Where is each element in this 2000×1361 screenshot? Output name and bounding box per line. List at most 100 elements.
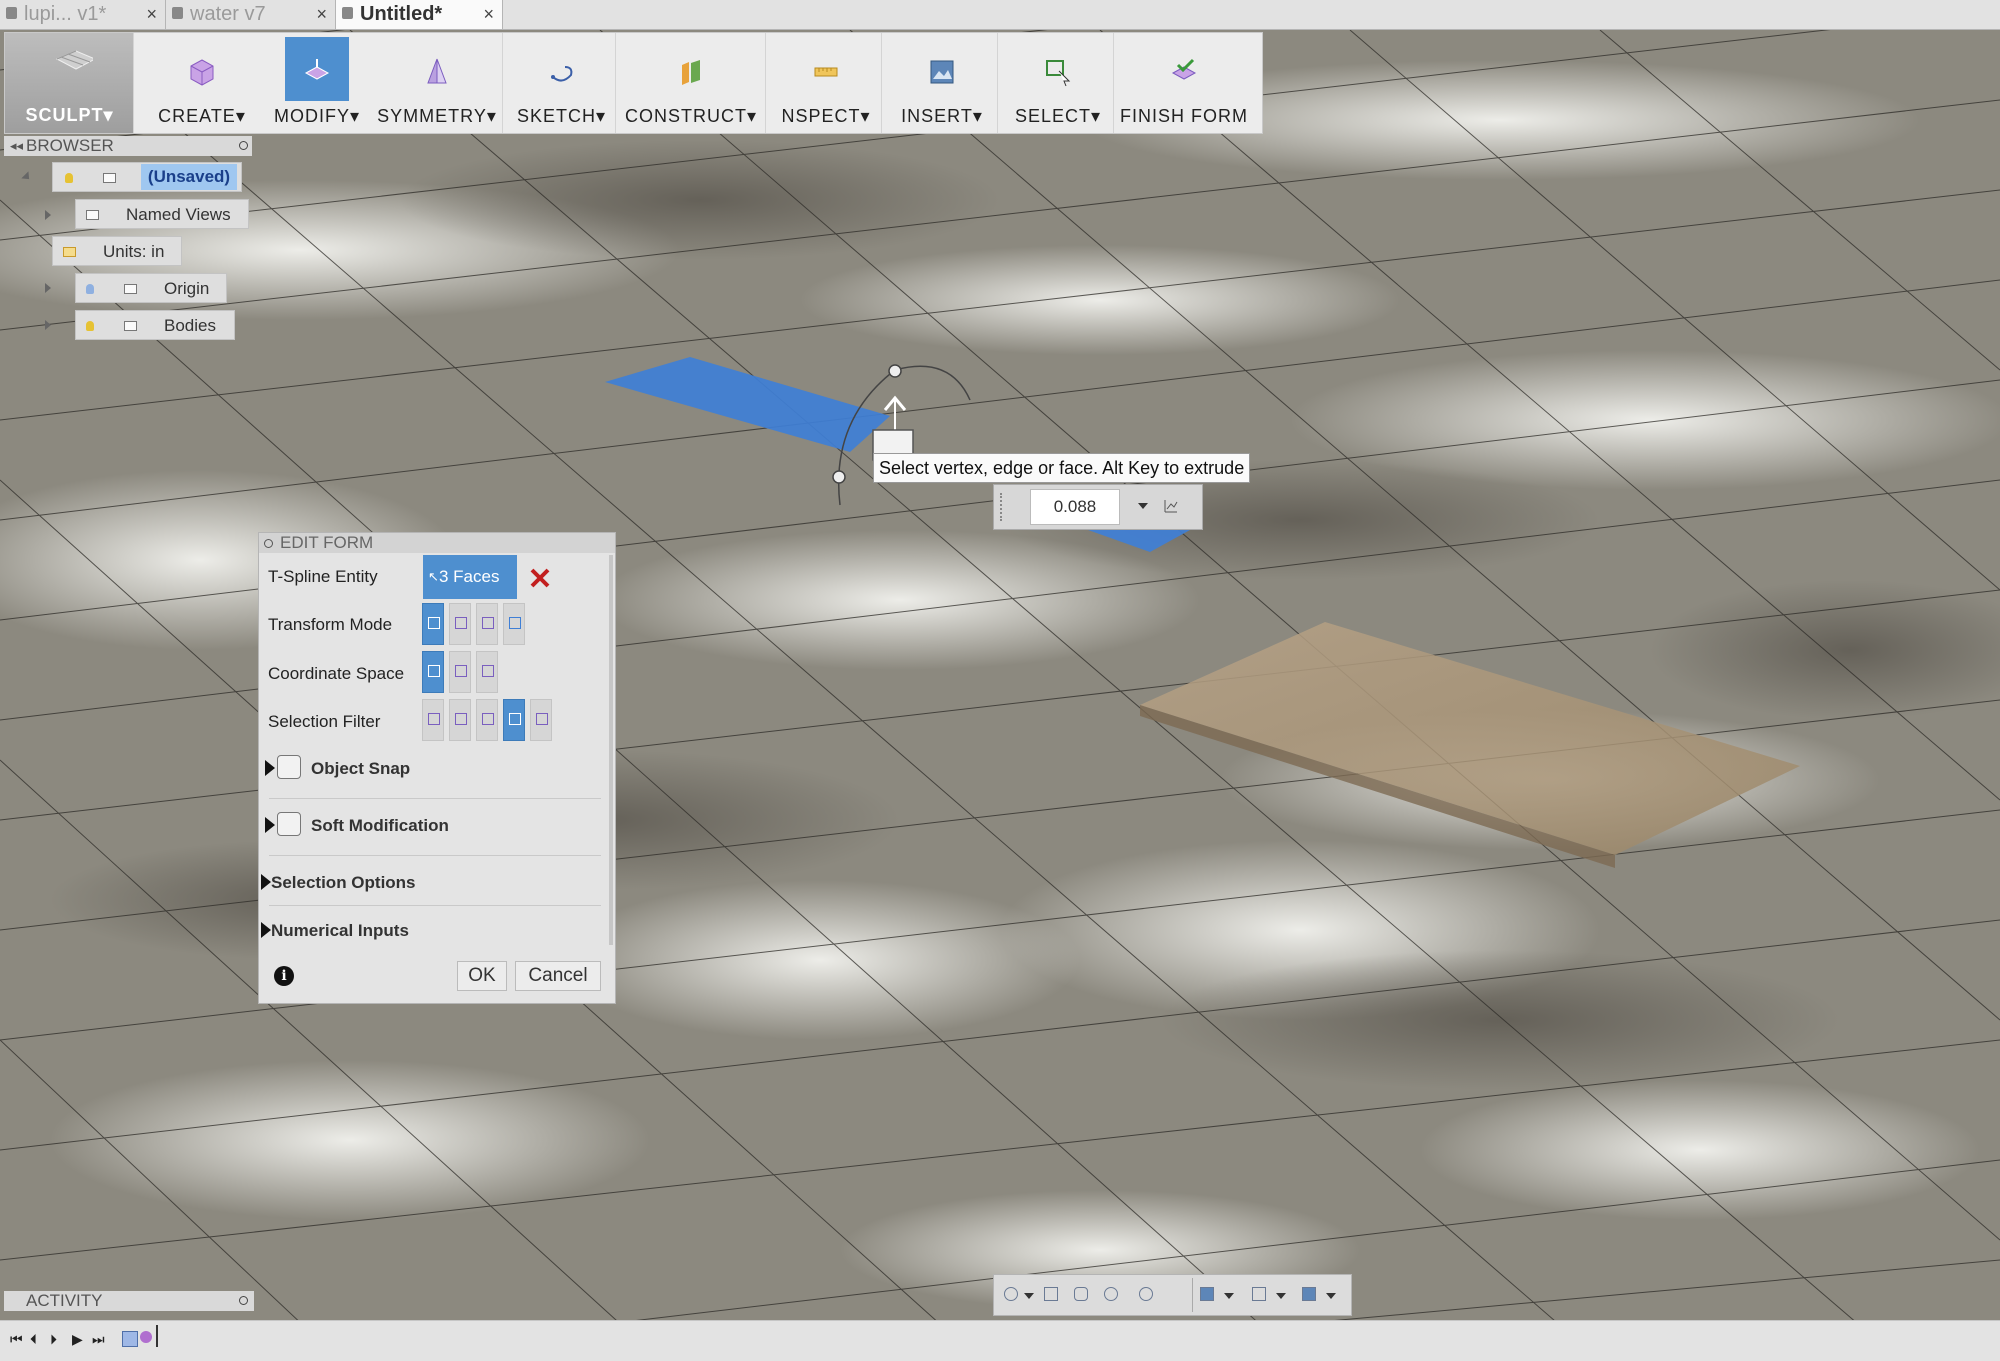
expand-icon[interactable] xyxy=(45,210,51,220)
symmetry-menu[interactable]: SYMMETRY▾ xyxy=(372,33,502,133)
units-label: Units: in xyxy=(103,242,165,261)
timeline-feature-icon[interactable] xyxy=(122,1331,138,1347)
soft-modification-checkbox[interactable] xyxy=(277,812,301,836)
clear-selection-icon[interactable] xyxy=(529,567,551,589)
browser-item-named-views[interactable]: Named Views xyxy=(75,199,249,229)
activity-panel-header[interactable]: ACTIVITY xyxy=(4,1291,254,1311)
dialog-header[interactable]: EDIT FORM xyxy=(259,533,615,553)
collapse-dot-icon[interactable] xyxy=(264,539,273,548)
ok-button[interactable]: OK xyxy=(457,961,507,991)
inspect-menu[interactable]: NSPECT▾ xyxy=(771,33,881,133)
select-label: SELECT▾ xyxy=(1014,106,1102,126)
chevron-down-icon[interactable] xyxy=(1326,1293,1336,1299)
edge-filter-button[interactable] xyxy=(449,699,471,741)
pin-icon[interactable] xyxy=(239,1296,248,1305)
tab-lupi[interactable]: lupi... v1* × xyxy=(0,0,166,29)
step-forward-icon[interactable]: ▶ xyxy=(72,1331,83,1348)
close-icon[interactable]: × xyxy=(146,0,157,29)
local-space-button[interactable] xyxy=(476,651,498,693)
workspace-label: SCULPT▾ xyxy=(25,105,114,125)
visibility-bulb-icon[interactable] xyxy=(86,321,94,331)
selection-options-header[interactable]: Selection Options xyxy=(271,873,416,893)
create-menu[interactable]: CREATE▾ xyxy=(142,33,262,133)
chevron-down-icon[interactable] xyxy=(1224,1293,1234,1299)
timeline-playhead[interactable] xyxy=(156,1325,158,1347)
play-icon[interactable]: ⏵ xyxy=(50,1331,57,1348)
expand-icon[interactable] xyxy=(261,922,271,938)
expand-icon[interactable] xyxy=(265,760,275,776)
tab-title: water v7 xyxy=(190,3,266,25)
folder-icon xyxy=(124,284,137,294)
go-to-start-icon[interactable]: ⏮ xyxy=(10,1331,23,1348)
insert-label: INSERT▾ xyxy=(901,106,983,126)
scrollbar[interactable] xyxy=(609,555,613,945)
expand-icon[interactable] xyxy=(45,320,51,330)
sketch-menu[interactable]: SKETCH▾ xyxy=(508,33,615,133)
body-filter-button[interactable] xyxy=(530,699,552,741)
face-filter-button[interactable] xyxy=(476,699,498,741)
multi-transform-button[interactable] xyxy=(422,603,444,645)
symmetry-label: SYMMETRY▾ xyxy=(377,106,497,126)
close-icon[interactable]: × xyxy=(316,0,327,29)
look-at-icon[interactable] xyxy=(1044,1287,1058,1301)
modify-menu[interactable]: MODIFY▾ xyxy=(262,33,372,133)
browser-panel-header[interactable]: ◂◂ BROWSER xyxy=(4,136,252,156)
object-snap-checkbox[interactable] xyxy=(277,755,301,779)
zoom-icon[interactable] xyxy=(1104,1287,1118,1301)
browser-root-node[interactable]: (Unsaved) xyxy=(52,162,242,192)
workspace-switcher[interactable]: SCULPT▾ xyxy=(5,33,134,133)
modify-label: MODIFY▾ xyxy=(273,106,361,126)
select-menu[interactable]: SELECT▾ xyxy=(1003,33,1113,133)
expand-icon[interactable] xyxy=(45,283,51,293)
tab-water[interactable]: water v7 × xyxy=(166,0,336,29)
chevron-down-icon[interactable] xyxy=(1138,503,1148,509)
zoom-window-icon[interactable] xyxy=(1139,1287,1153,1301)
pan-hand-icon[interactable] xyxy=(1074,1287,1088,1301)
scale-button[interactable] xyxy=(503,603,525,645)
drag-handle[interactable] xyxy=(1000,493,1010,521)
all-filter-button[interactable] xyxy=(503,699,525,741)
collapse-icon[interactable]: ◂◂ xyxy=(10,136,23,156)
grid-settings-icon[interactable] xyxy=(1252,1287,1266,1301)
bodies-label: Bodies xyxy=(164,316,216,335)
rotate-button[interactable] xyxy=(476,603,498,645)
cancel-button[interactable]: Cancel xyxy=(515,961,601,991)
insert-icon xyxy=(930,60,954,84)
tab-untitled[interactable]: Untitled* × xyxy=(336,0,503,29)
numerical-inputs-header[interactable]: Numerical Inputs xyxy=(271,921,409,941)
t-spline-entity-selection[interactable]: ↖ 3 Faces xyxy=(423,555,517,599)
sketch-icon xyxy=(550,66,572,82)
insert-menu[interactable]: INSERT▾ xyxy=(887,33,997,133)
expression-icon[interactable] xyxy=(1162,497,1180,515)
construct-menu[interactable]: CONSTRUCT▾ xyxy=(621,33,761,133)
finish-form-button[interactable]: FINISH FORM xyxy=(1119,33,1249,133)
browser-item-bodies[interactable]: Bodies xyxy=(75,310,235,340)
step-back-icon[interactable]: ⏴ xyxy=(30,1331,37,1348)
visibility-bulb-icon[interactable] xyxy=(86,284,94,294)
object-snap-label: Object Snap xyxy=(311,759,411,778)
timeline-marker-icon[interactable] xyxy=(140,1331,152,1343)
viewports-icon[interactable] xyxy=(1302,1287,1316,1301)
select-icon xyxy=(1046,60,1071,87)
close-icon[interactable]: × xyxy=(483,0,494,29)
expand-icon[interactable] xyxy=(265,817,275,833)
visibility-bulb-icon[interactable] xyxy=(65,173,73,183)
entity-count: 3 Faces xyxy=(439,567,500,586)
navigation-toolbar xyxy=(993,1274,1352,1316)
pin-icon[interactable] xyxy=(239,141,248,150)
view-space-button[interactable] xyxy=(449,651,471,693)
vertex-filter-button[interactable] xyxy=(422,699,444,741)
chevron-down-icon[interactable] xyxy=(1024,1293,1034,1299)
expand-icon[interactable] xyxy=(261,874,271,890)
display-settings-icon[interactable] xyxy=(1200,1287,1214,1301)
distance-value-input[interactable]: 0.088 xyxy=(1030,489,1120,525)
world-space-button[interactable] xyxy=(422,651,444,693)
edit-form-dialog: EDIT FORM T-Spline Entity ↖ 3 Faces Tran… xyxy=(258,532,616,1004)
info-icon[interactable]: i xyxy=(274,966,294,986)
translate-button[interactable] xyxy=(449,603,471,645)
chevron-down-icon[interactable] xyxy=(1276,1293,1286,1299)
browser-item-origin[interactable]: Origin xyxy=(75,273,227,303)
browser-item-units[interactable]: Units: in xyxy=(52,236,182,266)
orbit-icon[interactable] xyxy=(1004,1287,1018,1301)
go-to-end-icon[interactable]: ⏭ xyxy=(92,1331,105,1348)
